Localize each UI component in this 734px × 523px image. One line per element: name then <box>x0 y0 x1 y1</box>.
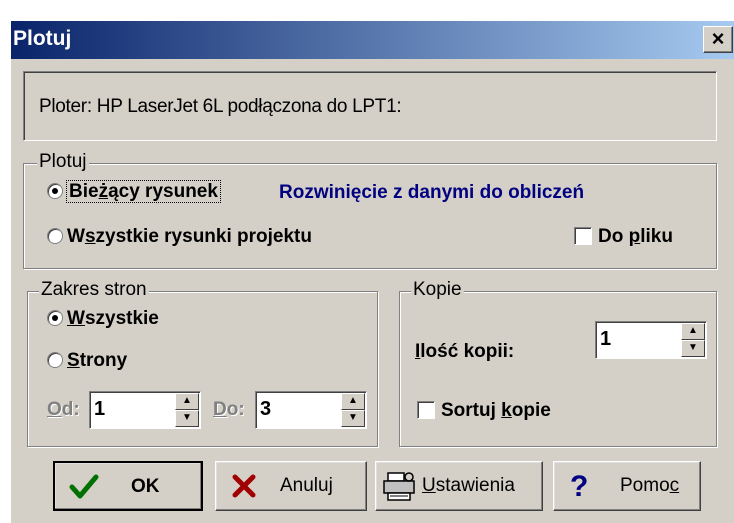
from-page-spinner[interactable]: 1 ▲ ▼ <box>89 391 201 429</box>
radio-all-drawings-label: Wszystkie rysunki projektu <box>67 226 312 247</box>
from-page-arrows: ▲ ▼ <box>175 393 199 427</box>
radio-pages-label: Strony <box>67 350 128 371</box>
radio-pages-indicator[interactable] <box>47 352 63 368</box>
settings-label: Ustawienia <box>422 475 515 496</box>
spin-down-icon[interactable]: ▼ <box>681 340 705 357</box>
ok-button[interactable]: OK <box>53 461 203 511</box>
help-button[interactable]: ? Pomoc <box>553 461 701 511</box>
to-page-arrows: ▲ ▼ <box>341 393 365 427</box>
settings-button[interactable]: Ustawienia <box>375 461 543 511</box>
spin-up-icon[interactable]: ▲ <box>175 393 199 410</box>
spin-down-icon[interactable]: ▼ <box>341 410 365 427</box>
copies-count-spinner[interactable]: 1 ▲ ▼ <box>595 321 707 359</box>
cancel-button[interactable]: Anuluj <box>215 461 367 511</box>
radio-current-drawing[interactable]: Bieżący rysunek <box>47 180 221 203</box>
radio-all-drawings-indicator[interactable] <box>47 228 63 244</box>
copies-count-value[interactable]: 1 <box>600 328 611 351</box>
from-label: Od: <box>47 399 80 420</box>
copies-group <box>399 291 717 447</box>
checkbox-to-file[interactable]: Do pliku <box>574 226 673 248</box>
spin-up-icon[interactable]: ▲ <box>681 323 705 340</box>
page-range-legend: Zakres stron <box>39 279 149 301</box>
spin-up-icon[interactable]: ▲ <box>341 393 365 410</box>
close-button[interactable]: × <box>703 26 733 53</box>
from-page-value[interactable]: 1 <box>94 398 105 421</box>
to-page-value[interactable]: 3 <box>260 398 271 421</box>
radio-all-pages-indicator[interactable] <box>47 310 63 326</box>
radio-all-pages[interactable]: Wszystkie <box>47 308 159 330</box>
cancel-label: Anuluj <box>280 475 333 496</box>
to-label: Do: <box>213 399 245 420</box>
x-icon <box>230 472 258 506</box>
checkbox-collate[interactable]: Sortuj kopie <box>417 400 551 422</box>
radio-current-drawing-indicator[interactable] <box>47 183 63 199</box>
plot-dialog: Plotuj × Ploter: HP LaserJet 6L podłączo… <box>10 20 734 523</box>
radio-current-drawing-label: Bieżący rysunek <box>66 180 221 203</box>
checkbox-collate-label: Sortuj kopie <box>441 400 551 421</box>
checkbox-to-file-box[interactable] <box>574 227 592 245</box>
radio-pages[interactable]: Strony <box>47 350 127 372</box>
help-label: Pomoc <box>620 475 680 496</box>
copies-count-arrows: ▲ ▼ <box>681 323 705 357</box>
radio-all-drawings[interactable]: Wszystkie rysunki projektu <box>47 226 312 248</box>
spin-down-icon[interactable]: ▼ <box>175 410 199 427</box>
copies-count-label: Ilość kopii: <box>415 341 515 362</box>
title-bar: Plotuj × <box>11 21 734 59</box>
copies-legend: Kopie <box>411 279 464 301</box>
plot-group <box>23 163 717 269</box>
printer-icon <box>382 471 418 509</box>
question-icon: ? <box>570 470 589 503</box>
plot-group-legend: Plotuj <box>37 151 89 173</box>
checkmark-icon <box>69 473 99 507</box>
plotter-info-text: Ploter: HP LaserJet 6L podłączona do LPT… <box>39 96 402 117</box>
radio-all-pages-label: Wszystkie <box>67 308 159 329</box>
window-title: Plotuj <box>13 27 72 50</box>
current-drawing-name: Rozwinięcie z danymi do obliczeń <box>279 182 585 203</box>
checkbox-collate-box[interactable] <box>417 401 435 419</box>
close-icon: × <box>711 26 725 51</box>
to-page-spinner[interactable]: 3 ▲ ▼ <box>255 391 367 429</box>
ok-label: OK <box>131 476 160 497</box>
checkbox-to-file-label: Do pliku <box>598 226 673 247</box>
